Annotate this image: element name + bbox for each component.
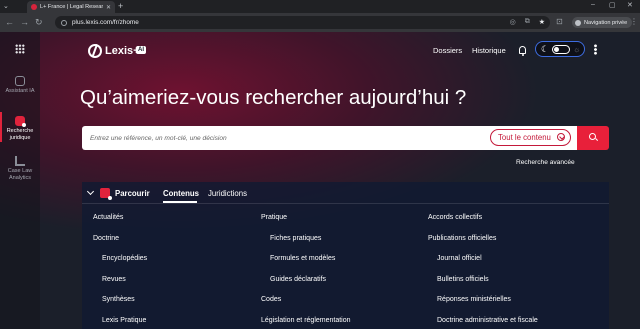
browse-link-guides-declaratifs[interactable]: Guides déclaratifs	[261, 276, 431, 297]
scope-dropdown-label: Tout le contenu	[498, 133, 551, 142]
search-input[interactable]	[82, 126, 482, 150]
browse-link-legislation[interactable]: Législation et réglementation	[261, 317, 431, 329]
left-rail: Assistant IA Recherche juridique Case La…	[0, 32, 40, 329]
lexis-logo-icon[interactable]	[88, 44, 102, 58]
browse-link-reponses-ministerielles[interactable]: Réponses ministérielles	[428, 296, 598, 317]
rail-item-legal-research[interactable]: Recherche juridique	[0, 116, 40, 141]
close-window-icon[interactable]: ✕	[627, 1, 633, 9]
new-tab-icon[interactable]: +	[118, 1, 123, 12]
address-bar[interactable]: plus.lexis.com/fr/zhome ◎ ⧉ ★	[55, 16, 550, 29]
search-button[interactable]	[577, 126, 609, 150]
browse-link-accords-collectifs[interactable]: Accords collectifs	[428, 214, 598, 235]
reload-icon[interactable]: ↻	[35, 17, 43, 27]
back-icon[interactable]: ←	[5, 17, 14, 27]
browse-link-codes[interactable]: Codes	[261, 296, 431, 317]
browser-tab[interactable]: L+ France | Legal Research ✕	[27, 1, 115, 13]
tab-contenus[interactable]: Contenus	[163, 189, 199, 198]
chevron-down-icon	[557, 133, 565, 141]
browse-link-actualites[interactable]: Actualités	[93, 214, 263, 235]
toggle-knob	[554, 47, 559, 52]
browser-menu-icon[interactable]: ⋮	[630, 17, 638, 26]
tracking-protection-icon[interactable]: ◎	[510, 18, 516, 26]
rail-item-assistant[interactable]: Assistant IA	[0, 76, 40, 95]
notifications-bell-icon[interactable]	[519, 46, 526, 56]
active-tab-underline	[163, 201, 197, 203]
analytics-icon	[15, 156, 25, 166]
rail-item-label: Case Law Analytics	[7, 168, 33, 181]
legal-research-icon	[15, 116, 26, 127]
maximize-icon[interactable]: ▢	[609, 1, 616, 9]
scope-dropdown[interactable]: Tout le contenu	[490, 129, 571, 146]
search-bar: Tout le contenu	[82, 126, 609, 150]
browse-panel: Parcourir Contenus Juridictions Actualit…	[82, 182, 609, 329]
chevron-collapse-icon[interactable]	[86, 187, 95, 196]
rail-item-label: Assistant IA	[5, 88, 35, 94]
lexis-app: Assistant IA Recherche juridique Case La…	[0, 32, 640, 329]
browse-column-2: Pratique Fiches pratiques Formules et mo…	[261, 214, 431, 329]
favicon-icon	[31, 4, 37, 10]
browser-tabstrip: ⌄ L+ France | Legal Research ✕ + – ▢ ✕	[0, 0, 640, 13]
browse-link-pratique[interactable]: Pratique	[261, 214, 431, 235]
site-info-icon[interactable]	[61, 19, 67, 26]
private-mode-label: Navigation privée	[584, 19, 628, 26]
sun-icon: ☼	[573, 45, 581, 54]
browser-toolbar: ← → ↻ plus.lexis.com/fr/zhome ◎ ⧉ ★ ⊡ Na…	[0, 13, 640, 32]
browse-link-journal-officiel[interactable]: Journal officiel	[428, 255, 598, 276]
rail-item-case-law-analytics[interactable]: Case Law Analytics	[0, 156, 40, 181]
extension-icon[interactable]: ⊡	[556, 17, 563, 26]
historique-link[interactable]: Historique	[472, 46, 506, 55]
tab-close-icon[interactable]: ✕	[106, 4, 111, 11]
private-mode-badge[interactable]: Navigation privée	[572, 17, 633, 28]
browse-panel-header: Parcourir Contenus Juridictions	[82, 182, 609, 204]
search-icon	[589, 133, 596, 140]
translate-icon[interactable]: ⧉	[525, 18, 530, 26]
advanced-search-link[interactable]: Recherche avancée	[516, 159, 575, 166]
browse-column-1: Actualités Doctrine Encyclopédies Revues…	[93, 214, 263, 329]
toggle-track	[552, 45, 570, 54]
browse-link-lexis-pratique[interactable]: Lexis Pratique	[93, 317, 263, 329]
bookmark-star-icon[interactable]: ★	[539, 18, 545, 26]
dossiers-link[interactable]: Dossiers	[433, 46, 462, 55]
browse-link-doctrine-administrative[interactable]: Doctrine administrative et fiscale	[428, 317, 598, 329]
minimize-icon[interactable]: –	[591, 1, 595, 8]
browse-link-encyclopedies[interactable]: Encyclopédies	[93, 255, 263, 276]
assistant-icon	[15, 76, 25, 86]
moon-icon: ☾	[541, 44, 550, 54]
browse-column-3: Accords collectifs Publications officiel…	[428, 214, 598, 329]
browse-link-revues[interactable]: Revues	[93, 276, 263, 297]
browse-icon	[100, 188, 112, 200]
browse-link-doctrine[interactable]: Doctrine	[93, 235, 263, 256]
tab-search-icon[interactable]: ⌄	[3, 2, 9, 10]
forward-icon[interactable]: →	[20, 17, 29, 27]
browse-link-formules-modeles[interactable]: Formules et modèles	[261, 255, 431, 276]
logo-text[interactable]: Lexis+	[105, 45, 140, 57]
more-options-icon[interactable]	[594, 44, 597, 55]
browse-link-fiches-pratiques[interactable]: Fiches pratiques	[261, 235, 431, 256]
browse-title: Parcourir	[115, 189, 150, 198]
tab-juridictions[interactable]: Juridictions	[208, 189, 247, 198]
browse-link-publications-officielles[interactable]: Publications officielles	[428, 235, 598, 256]
page-headline: Qu’aimeriez-vous rechercher aujourd’hui …	[80, 86, 467, 109]
search-input-wrap: Tout le contenu	[82, 126, 577, 150]
logo-ai-badge: AI	[136, 46, 146, 54]
incognito-icon	[575, 19, 581, 26]
browse-link-bulletins-officiels[interactable]: Bulletins officiels	[428, 276, 598, 297]
tab-title: L+ France | Legal Research	[40, 4, 103, 10]
theme-toggle[interactable]: ☾ ☼	[535, 41, 585, 57]
browse-link-syntheses[interactable]: Synthèses	[93, 296, 263, 317]
app-launcher-icon[interactable]	[15, 44, 25, 54]
url-text: plus.lexis.com/fr/zhome	[72, 19, 139, 26]
app-header: Lexis+ AI Dossiers Historique ☾ ☼	[40, 32, 640, 68]
rail-item-label: Recherche juridique	[6, 128, 34, 141]
